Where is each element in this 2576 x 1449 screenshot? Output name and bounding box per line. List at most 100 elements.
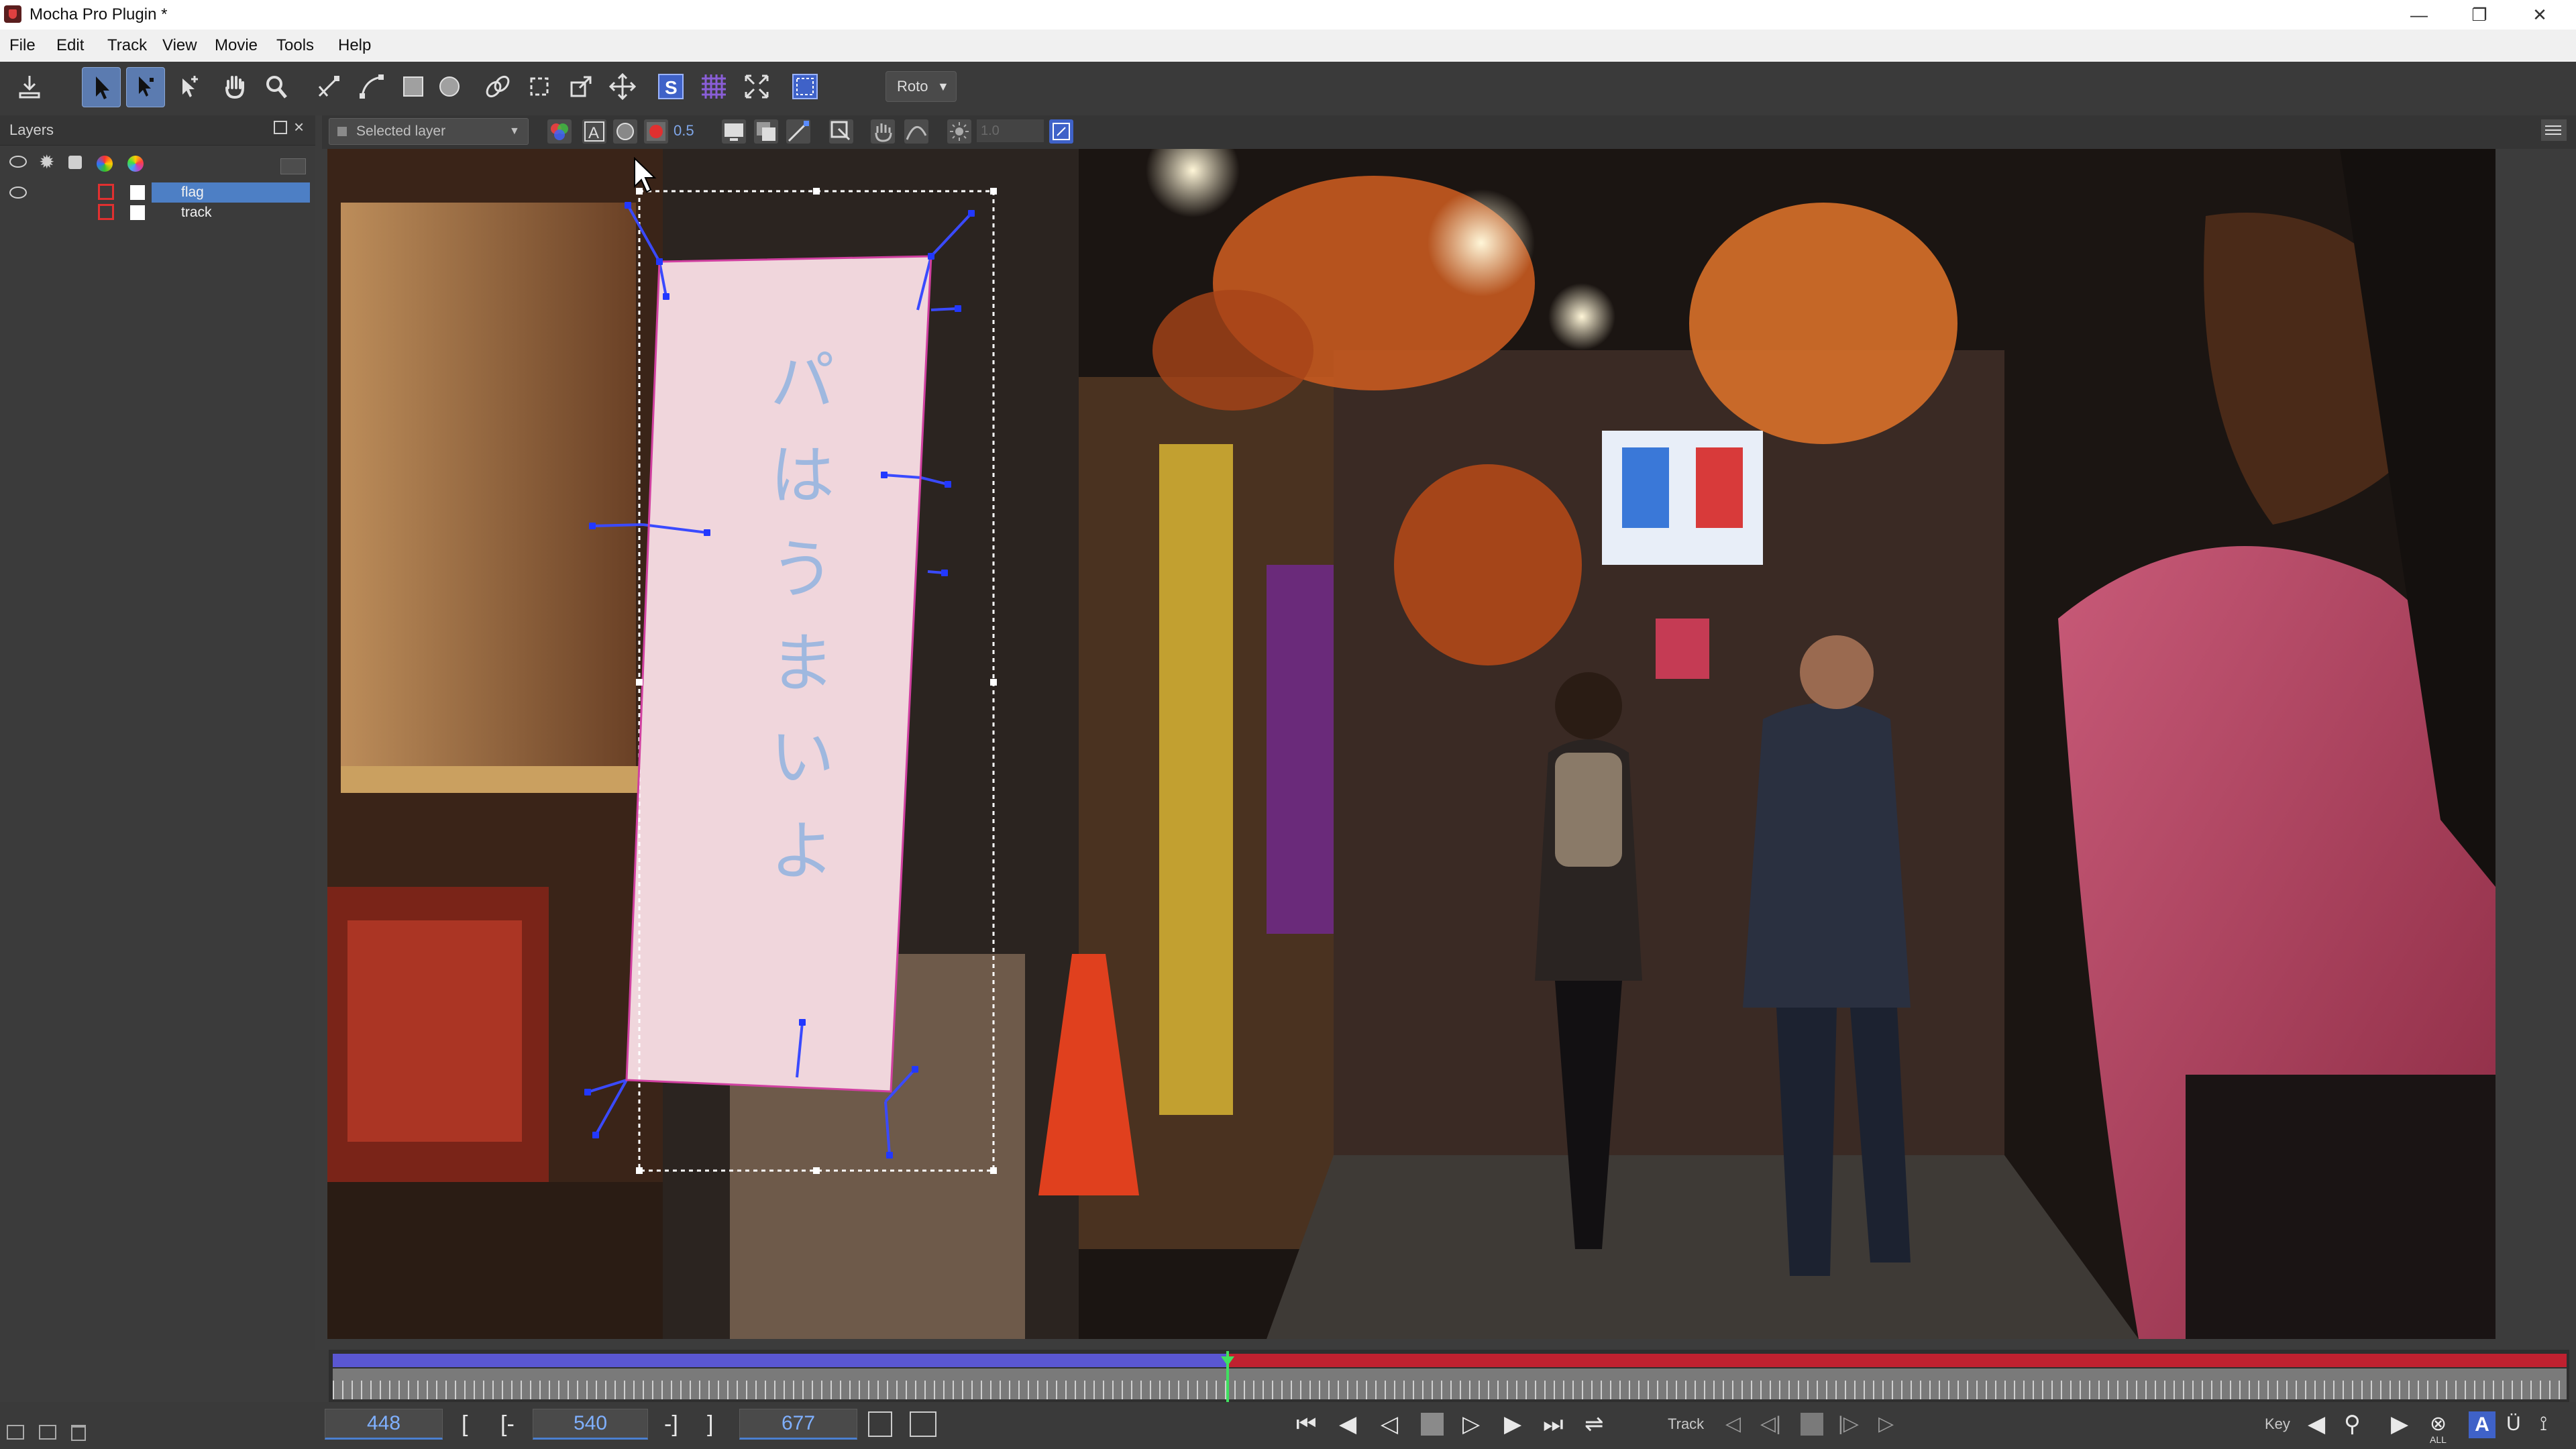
grid-icon[interactable] <box>695 67 733 106</box>
frame-view-icon[interactable] <box>786 67 824 106</box>
hand-pan-icon[interactable] <box>216 67 254 106</box>
layer-matte-swatch[interactable] <box>130 185 145 200</box>
add-point-icon[interactable] <box>170 67 208 106</box>
proxy-icon[interactable] <box>1049 119 1073 144</box>
play-icon[interactable]: ▶ <box>1504 1407 1521 1441</box>
svg-text:い: い <box>770 720 835 795</box>
visibility-icon[interactable] <box>9 156 27 168</box>
restore-button[interactable]: ❐ <box>2453 0 2506 30</box>
play-backwards-icon[interactable]: ◀ <box>1339 1407 1356 1441</box>
color-wheel-icon[interactable] <box>97 156 113 172</box>
svg-text:う: う <box>770 532 835 607</box>
undock-icon[interactable] <box>274 121 287 134</box>
layer-color-swatch[interactable] <box>98 184 114 200</box>
zoom-icon[interactable] <box>258 67 295 106</box>
track-backwards-icon[interactable]: ◁ <box>1725 1407 1741 1441</box>
unlock-icon[interactable]: Ü <box>2506 1407 2521 1441</box>
next-keyframe-icon[interactable]: ▶ <box>2391 1407 2408 1441</box>
menu-movie[interactable]: Movie <box>215 35 258 56</box>
close-window-button[interactable]: ✕ <box>2513 0 2567 30</box>
menu-track[interactable]: Track <box>107 35 147 56</box>
menu-file[interactable]: File <box>9 35 36 56</box>
step-back-icon[interactable]: ◁ <box>1381 1407 1398 1441</box>
layer-stack-icon[interactable] <box>754 119 778 144</box>
surface-s-icon[interactable]: S <box>652 67 690 106</box>
insert-clip-icon[interactable] <box>829 119 853 144</box>
overlay-color-icon[interactable] <box>644 119 668 144</box>
timeline-ruler[interactable] <box>333 1368 2567 1399</box>
out-point-field[interactable]: 677 <box>739 1409 857 1440</box>
rectangle-tool-icon[interactable] <box>394 67 432 106</box>
layer-color-swatch[interactable] <box>98 204 114 220</box>
layer-view-select[interactable]: Selected layer ▼ <box>329 118 529 145</box>
mode-dropdown[interactable]: Roto ▼ <box>885 71 957 102</box>
svg-text:A: A <box>588 124 599 142</box>
go-to-start-icon[interactable]: ⏮ <box>1296 1407 1317 1441</box>
go-to-end-icon[interactable]: ⏭ <box>1543 1407 1564 1441</box>
layers-panel <box>0 115 315 1350</box>
circle-tool-icon[interactable] <box>431 67 468 106</box>
keyframe-all-icon[interactable]: ⟟ <box>2540 1407 2547 1441</box>
view-mode-icon[interactable] <box>722 119 746 144</box>
timeline-in-range[interactable] <box>333 1354 1228 1367</box>
set-out-bracket-icon[interactable]: ] <box>707 1407 713 1441</box>
layer-options-icon[interactable] <box>280 158 306 174</box>
spline-x-icon[interactable] <box>310 67 347 106</box>
layer-row[interactable]: flag <box>0 182 315 203</box>
spline-edit-icon[interactable] <box>786 119 810 144</box>
chevron-down-icon: ▼ <box>937 80 949 93</box>
in-point-field[interactable]: 448 <box>325 1409 443 1440</box>
go-to-out-icon[interactable]: -] <box>664 1407 678 1441</box>
prev-keyframe-icon[interactable]: ◀ <box>2308 1407 2325 1441</box>
clip-range-icon[interactable] <box>910 1411 936 1437</box>
move-icon[interactable] <box>604 67 641 106</box>
current-frame-field[interactable]: 540 <box>533 1409 648 1440</box>
track-step-forward-icon[interactable]: |▷ <box>1838 1407 1859 1441</box>
add-keyframe-icon[interactable]: ⚲ <box>2344 1407 2361 1441</box>
lock-icon[interactable] <box>68 156 82 169</box>
spline-bezier-icon[interactable] <box>353 67 390 106</box>
loop-icon[interactable]: ⇌ <box>1585 1407 1604 1441</box>
new-layer-icon[interactable] <box>7 1425 24 1440</box>
menu-tools[interactable]: Tools <box>276 35 314 56</box>
export-icon[interactable] <box>11 67 48 106</box>
exposure-value[interactable]: 1.0 <box>977 119 1044 142</box>
viewer-canvas[interactable]: パ は う ま い よ <box>327 149 2496 1339</box>
curve-tool-icon[interactable] <box>904 119 928 144</box>
rgb-channels-icon[interactable] <box>547 119 572 144</box>
show-mattes-icon[interactable] <box>613 119 637 144</box>
pick-tool-icon[interactable] <box>82 67 121 107</box>
layer-matte-swatch[interactable] <box>130 205 145 220</box>
link-icon[interactable] <box>479 67 517 106</box>
layer-row[interactable]: track <box>0 203 315 223</box>
menu-help[interactable]: Help <box>338 35 371 56</box>
menu-view[interactable]: View <box>162 35 197 56</box>
go-to-in-icon[interactable]: [- <box>500 1407 515 1441</box>
track-stop-icon[interactable] <box>1801 1413 1823 1436</box>
hand-tool-icon[interactable] <box>871 119 895 144</box>
autokey-icon[interactable]: A <box>2469 1411 2496 1438</box>
view-menu-icon[interactable] <box>2541 119 2567 141</box>
gear-icon[interactable]: ✹ <box>39 153 54 172</box>
matte-color-icon[interactable] <box>127 156 144 172</box>
frame-range-icon[interactable] <box>868 1411 892 1437</box>
select-points-icon[interactable] <box>126 67 165 107</box>
step-forward-icon[interactable]: ▷ <box>1462 1407 1480 1441</box>
close-panel-icon[interactable]: × <box>294 117 304 138</box>
alpha-a-icon[interactable]: A <box>582 119 606 144</box>
opacity-value[interactable]: 0.5 <box>674 119 694 142</box>
timeline-out-range[interactable] <box>1228 1354 2567 1367</box>
delete-layer-icon[interactable] <box>71 1425 86 1441</box>
set-in-bracket-icon[interactable]: [ <box>462 1407 468 1441</box>
minimize-button[interactable]: — <box>2392 0 2446 30</box>
layer-visibility-icon[interactable] <box>9 186 27 199</box>
transform-icon[interactable] <box>521 67 558 106</box>
track-forwards-icon[interactable]: ▷ <box>1878 1407 1894 1441</box>
menu-edit[interactable]: Edit <box>56 35 84 56</box>
brightness-icon[interactable] <box>947 119 971 144</box>
duplicate-layer-icon[interactable] <box>39 1425 56 1440</box>
track-step-back-icon[interactable]: ◁| <box>1760 1407 1781 1441</box>
scale-icon[interactable] <box>562 67 600 106</box>
fit-view-icon[interactable] <box>738 67 775 106</box>
stop-icon[interactable] <box>1421 1413 1444 1436</box>
